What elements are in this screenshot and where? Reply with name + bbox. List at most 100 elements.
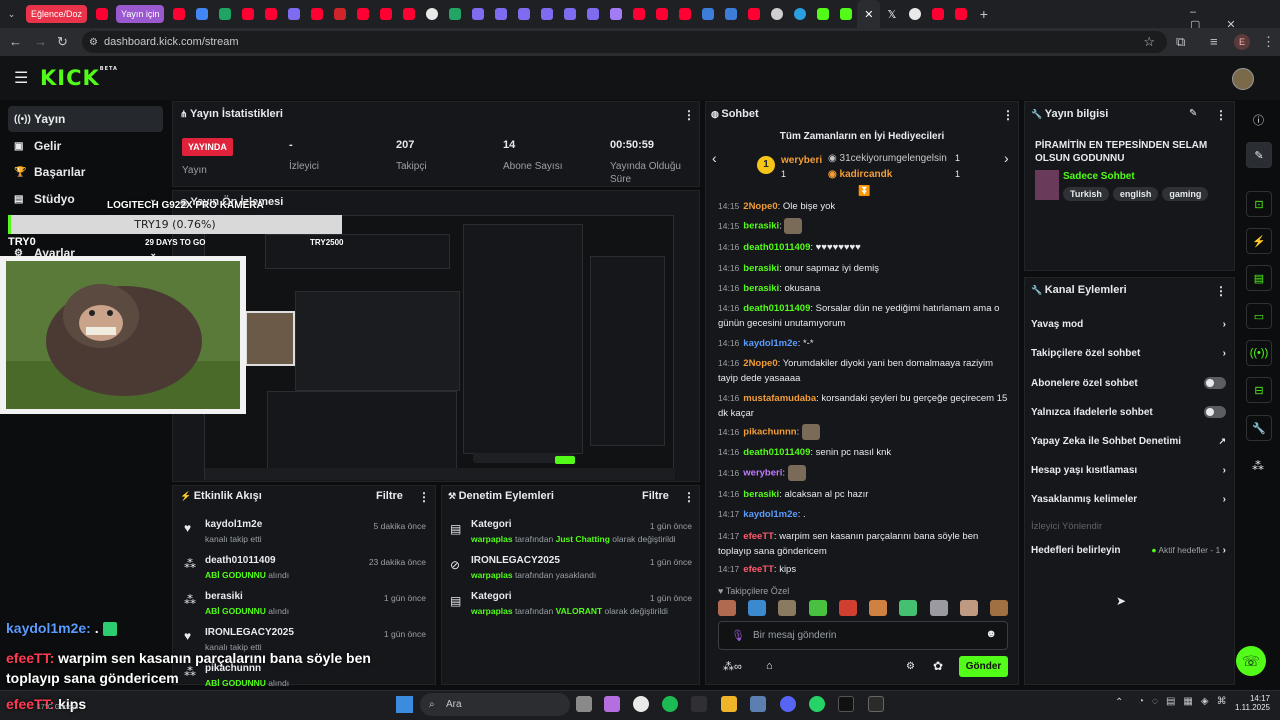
- file-explorer-icon[interactable]: [721, 696, 737, 712]
- tab-docs-icon[interactable]: [190, 0, 213, 28]
- windows-start-icon[interactable]: [396, 696, 413, 713]
- gifters-next-icon[interactable]: ›: [1004, 150, 1009, 166]
- tab-kick-icon[interactable]: [811, 0, 834, 28]
- tab-openai-icon[interactable]: [765, 0, 788, 28]
- chat-username[interactable]: berasiki: [743, 263, 779, 274]
- scroll-down-icon[interactable]: ⏬: [858, 186, 870, 197]
- chat-username[interactable]: mustafamudaba: [743, 393, 816, 404]
- tab-ai-icon[interactable]: [535, 0, 558, 28]
- tab-search-icon[interactable]: ⌄: [0, 0, 23, 28]
- chat-username[interactable]: berasiki: [743, 283, 779, 294]
- emote-bar[interactable]: [718, 600, 1008, 616]
- obs-icon[interactable]: [838, 696, 854, 712]
- tab-x-icon[interactable]: 𝕏: [880, 0, 903, 28]
- tab-group-eglence[interactable]: Eğlence/Doz: [26, 5, 88, 23]
- chat-username[interactable]: death01011409: [743, 447, 810, 458]
- emoji-icon[interactable]: ☻: [985, 628, 997, 640]
- chat-username[interactable]: kaydol1m2e: [743, 338, 797, 349]
- tab-ai-icon[interactable]: [489, 0, 512, 28]
- chat-username[interactable]: efeeTT: [743, 564, 774, 575]
- hamburger-menu-icon[interactable]: ☰: [14, 68, 28, 88]
- steam-icon[interactable]: [750, 696, 766, 712]
- camera-icon[interactable]: ⊡: [1246, 191, 1272, 217]
- tab-chrome-icon[interactable]: [903, 0, 926, 28]
- forward-arrow-icon[interactable]: →: [34, 34, 47, 49]
- active-tab-close-icon[interactable]: ✕: [857, 0, 881, 28]
- chat-username[interactable]: 2Nope0: [743, 358, 777, 369]
- tab-youtube-icon[interactable]: [167, 0, 190, 28]
- reload-icon[interactable]: ↻: [57, 34, 68, 50]
- tab-ai-icon[interactable]: [558, 0, 581, 28]
- broadcast-icon[interactable]: ((•)): [1246, 340, 1272, 366]
- emotes-only-toggle[interactable]: [1204, 406, 1226, 418]
- discord-icon[interactable]: [780, 696, 796, 712]
- chat-menu-icon[interactable]: ⋮: [1002, 108, 1014, 122]
- url-input[interactable]: ⚙ dashboard.kick.com/stream ☆: [82, 31, 1167, 53]
- channel-actions-menu-icon[interactable]: ⋮: [1215, 284, 1227, 298]
- tab-kick-icon[interactable]: [834, 0, 857, 28]
- copilot-icon[interactable]: [604, 696, 620, 712]
- tab-ai-icon[interactable]: [466, 0, 489, 28]
- wrench-icon[interactable]: 🔧: [1246, 415, 1272, 441]
- edit-pencil-icon[interactable]: ✎: [1189, 108, 1197, 119]
- tab-site-icon[interactable]: [788, 0, 811, 28]
- chat-username[interactable]: death01011409: [743, 242, 810, 253]
- send-button[interactable]: Gönder: [959, 656, 1008, 677]
- activity-menu-icon[interactable]: ⋮: [418, 490, 430, 504]
- category-name[interactable]: Sadece Sohbet: [1063, 171, 1135, 182]
- info-icon[interactable]: ⓘ: [1253, 112, 1264, 128]
- back-arrow-icon[interactable]: ←: [9, 34, 22, 49]
- profile-avatar[interactable]: E: [1234, 34, 1250, 50]
- chat-username[interactable]: death01011409: [743, 303, 810, 314]
- tab-sheets-icon[interactable]: [443, 0, 466, 28]
- tab-group-yayin[interactable]: Yayın için: [116, 5, 165, 23]
- bookmark-star-icon[interactable]: ☆: [1143, 34, 1155, 50]
- extensions-icon[interactable]: ⧉: [1176, 34, 1185, 50]
- tab-youtube-icon[interactable]: [742, 0, 765, 28]
- gifters-prev-icon[interactable]: ‹: [712, 150, 717, 166]
- lightning-icon[interactable]: ⚡: [1246, 228, 1272, 254]
- tray-chevron-icon[interactable]: ⌃: [1115, 697, 1123, 708]
- system-tray-icons[interactable]: ◔◌▤▦◈⌘: [1138, 696, 1235, 707]
- emotes-only-item[interactable]: Yalnızca ifadelerle sohbet: [1031, 406, 1226, 418]
- tab-youtube-icon[interactable]: [650, 0, 673, 28]
- followers-only-item[interactable]: Takipçilere özel sohbet ›: [1031, 348, 1226, 359]
- tab-site-icon[interactable]: [719, 0, 742, 28]
- chat-username[interactable]: 2Nope0: [743, 201, 777, 212]
- chrome-taskbar-icon[interactable]: [633, 696, 649, 712]
- tab-chrome-icon[interactable]: [420, 0, 443, 28]
- tab-youtube-icon[interactable]: [627, 0, 650, 28]
- tab-youtube-icon[interactable]: [374, 0, 397, 28]
- tab-youtube-icon[interactable]: [397, 0, 420, 28]
- mod-tools-icon[interactable]: ✿: [933, 659, 943, 673]
- tab-youtube-icon[interactable]: [259, 0, 282, 28]
- banned-words-item[interactable]: Yasaklanmış kelimeler ›: [1031, 494, 1226, 505]
- tab-youtube-icon[interactable]: [673, 0, 696, 28]
- activity-filter-button[interactable]: Filtre: [376, 490, 403, 502]
- chat-icon[interactable]: ▭: [1246, 303, 1272, 329]
- mic-icon[interactable]: 🎙: [731, 629, 745, 642]
- nav-item-yayin[interactable]: ((•)) Yayın: [8, 106, 163, 132]
- notes-icon[interactable]: ▤: [1246, 265, 1272, 291]
- slow-mode-item[interactable]: Yavaş mod ›: [1031, 319, 1226, 330]
- ai-moderation-item[interactable]: Yapay Zeka ile Sohbet Denetimi ↗: [1031, 436, 1226, 447]
- tab-ai-icon[interactable]: [282, 0, 305, 28]
- taskbar-search[interactable]: ⌕ Ara: [420, 693, 570, 716]
- spotify-icon[interactable]: [662, 696, 678, 712]
- stream-info-menu-icon[interactable]: ⋮: [1215, 108, 1227, 122]
- terminal-icon[interactable]: [868, 696, 884, 712]
- app-icon[interactable]: [691, 696, 707, 712]
- tab-ai-icon[interactable]: [581, 0, 604, 28]
- moderation-menu-icon[interactable]: ⋮: [683, 490, 695, 504]
- points-icon[interactable]: ⁂∞: [723, 660, 742, 673]
- goals-item[interactable]: Hedefleri belirleyin ● Aktif hedefler - 1…: [1031, 545, 1226, 556]
- clock[interactable]: 14:17 1.11.2025: [1222, 694, 1270, 712]
- stats-menu-icon[interactable]: ⋮: [683, 108, 695, 122]
- chat-username[interactable]: berasiki: [743, 489, 779, 500]
- chat-input[interactable]: 🎙 Bir mesaj gönderin ☻: [718, 621, 1008, 650]
- tab-drive-icon[interactable]: [213, 0, 236, 28]
- taskview-icon[interactable]: [576, 696, 592, 712]
- moderation-filter-button[interactable]: Filtre: [642, 490, 669, 502]
- tab-app-icon[interactable]: [328, 0, 351, 28]
- tab-youtube-icon[interactable]: [305, 0, 328, 28]
